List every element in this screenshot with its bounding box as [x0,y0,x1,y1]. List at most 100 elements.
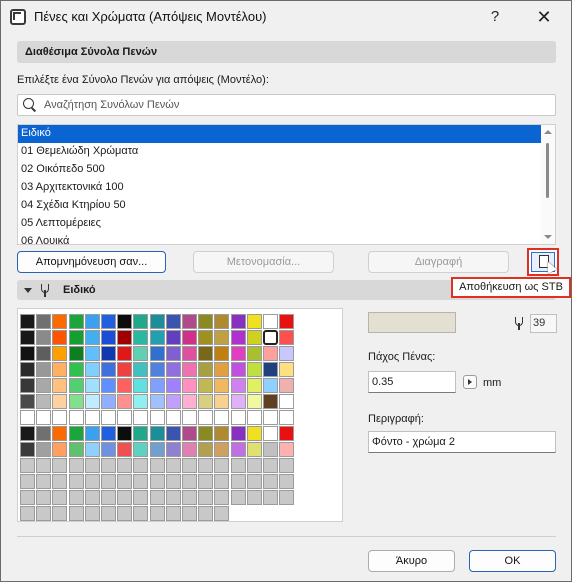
search-input[interactable] [42,98,522,112]
list-item[interactable]: Ειδικό [18,125,541,143]
pen-color-cell[interactable] [20,330,35,345]
pen-color-cell[interactable] [214,410,230,425]
list-item[interactable]: 04 Σχέδια Κτηρίου 50 [18,197,541,215]
pen-color-cell[interactable] [84,474,100,489]
pen-color-cell[interactable] [279,426,295,441]
pen-color-cell[interactable] [198,490,214,505]
pen-color-cell[interactable] [36,474,52,489]
pen-color-cell[interactable] [214,442,230,457]
pen-color-cell[interactable] [20,410,35,425]
pen-color-cell[interactable] [84,378,100,393]
pen-color-cell[interactable] [101,314,116,329]
pen-color-cell[interactable] [198,330,214,345]
pen-color-cell[interactable] [149,378,165,393]
pen-color-cell[interactable] [101,506,116,521]
pen-color-cell[interactable] [20,474,35,489]
pen-color-cell[interactable] [279,346,295,361]
pen-color-cell[interactable] [214,426,230,441]
pen-color-cell[interactable] [230,474,246,489]
pen-color-cell[interactable] [20,314,35,329]
pen-color-cell[interactable] [165,346,181,361]
save-stb-button[interactable] [527,248,559,276]
pen-color-cell[interactable] [279,490,295,505]
list-item[interactable]: 05 Λεπτομέρειες [18,215,541,233]
pen-color-cell[interactable] [84,490,100,505]
pen-color-cell[interactable] [101,458,116,473]
pen-color-cell[interactable] [182,410,197,425]
pen-color-cell[interactable] [52,330,68,345]
pen-color-cell[interactable] [133,378,149,393]
pen-set-list[interactable]: Ειδικό 01 Θεμελιώδη Χρώματα 02 Οικόπεδο … [17,124,556,245]
pen-color-cell[interactable] [165,426,181,441]
pen-color-cell[interactable] [279,410,295,425]
pen-color-cell[interactable] [133,410,149,425]
pen-color-cell[interactable] [214,330,230,345]
pen-color-cell[interactable] [198,458,214,473]
pen-color-cell[interactable] [101,442,116,457]
pen-color-cell[interactable] [117,490,133,505]
pen-color-cell[interactable] [68,474,84,489]
pen-color-cell[interactable] [263,442,278,457]
pen-color-cell[interactable] [36,330,52,345]
pen-color-cell[interactable] [214,362,230,377]
pen-color-cell[interactable] [149,490,165,505]
pen-color-cell[interactable] [68,458,84,473]
pen-color-cell[interactable] [198,314,214,329]
pen-color-cell[interactable] [68,426,84,441]
pen-color-cell[interactable] [36,410,52,425]
scroll-up-icon[interactable] [544,130,552,134]
pen-color-cell[interactable] [20,458,35,473]
pen-color-cell[interactable] [182,426,197,441]
pen-palette[interactable] [20,314,341,521]
pen-color-cell[interactable] [52,458,68,473]
pen-color-cell[interactable] [263,474,278,489]
pen-color-cell[interactable] [101,410,116,425]
list-scrollbar[interactable] [541,125,555,244]
pen-color-cell[interactable] [68,346,84,361]
pen-color-cell[interactable] [165,410,181,425]
pen-color-cell[interactable] [214,378,230,393]
scroll-thumb[interactable] [546,143,549,198]
pen-color-cell[interactable] [68,378,84,393]
pen-color-cell[interactable] [52,490,68,505]
description-input[interactable]: Φόντο - χρώμα 2 [368,431,556,453]
pen-color-cell[interactable] [165,474,181,489]
pen-color-cell[interactable] [68,490,84,505]
pen-color-cell[interactable] [198,442,214,457]
pen-color-cell[interactable] [133,506,149,521]
pen-color-cell[interactable] [214,346,230,361]
pen-color-cell[interactable] [198,346,214,361]
pen-color-cell[interactable] [182,442,197,457]
pen-color-cell[interactable] [246,490,262,505]
pen-color-cell[interactable] [279,458,295,473]
pen-color-cell[interactable] [101,490,116,505]
pen-color-cell[interactable] [263,394,278,409]
pen-color-cell[interactable] [52,394,68,409]
pen-color-cell[interactable] [198,362,214,377]
pen-color-cell[interactable] [198,378,214,393]
pen-color-cell[interactable] [101,378,116,393]
pen-number-field[interactable]: 39 [530,314,557,333]
pen-color-cell[interactable] [149,346,165,361]
pen-weight-input[interactable]: 0.35 [368,371,456,393]
pen-color-cell[interactable] [52,362,68,377]
pen-color-cell[interactable] [263,490,278,505]
pen-color-cell[interactable] [246,330,262,345]
pen-color-cell[interactable] [246,442,262,457]
pen-color-cell[interactable] [198,474,214,489]
pen-color-cell[interactable] [182,330,197,345]
pen-color-cell[interactable] [68,410,84,425]
pen-color-cell[interactable] [149,314,165,329]
pen-color-cell[interactable] [101,362,116,377]
pen-color-cell[interactable] [117,394,133,409]
pen-color-cell[interactable] [84,330,100,345]
pen-color-cell[interactable] [279,314,295,329]
pen-color-cell[interactable] [246,346,262,361]
pen-color-cell[interactable] [246,410,262,425]
pen-color-preview[interactable] [368,312,456,333]
pen-color-cell[interactable] [133,362,149,377]
pen-color-cell[interactable] [246,394,262,409]
pen-color-cell[interactable] [263,330,278,345]
pen-color-cell[interactable] [84,346,100,361]
pen-color-cell[interactable] [230,314,246,329]
